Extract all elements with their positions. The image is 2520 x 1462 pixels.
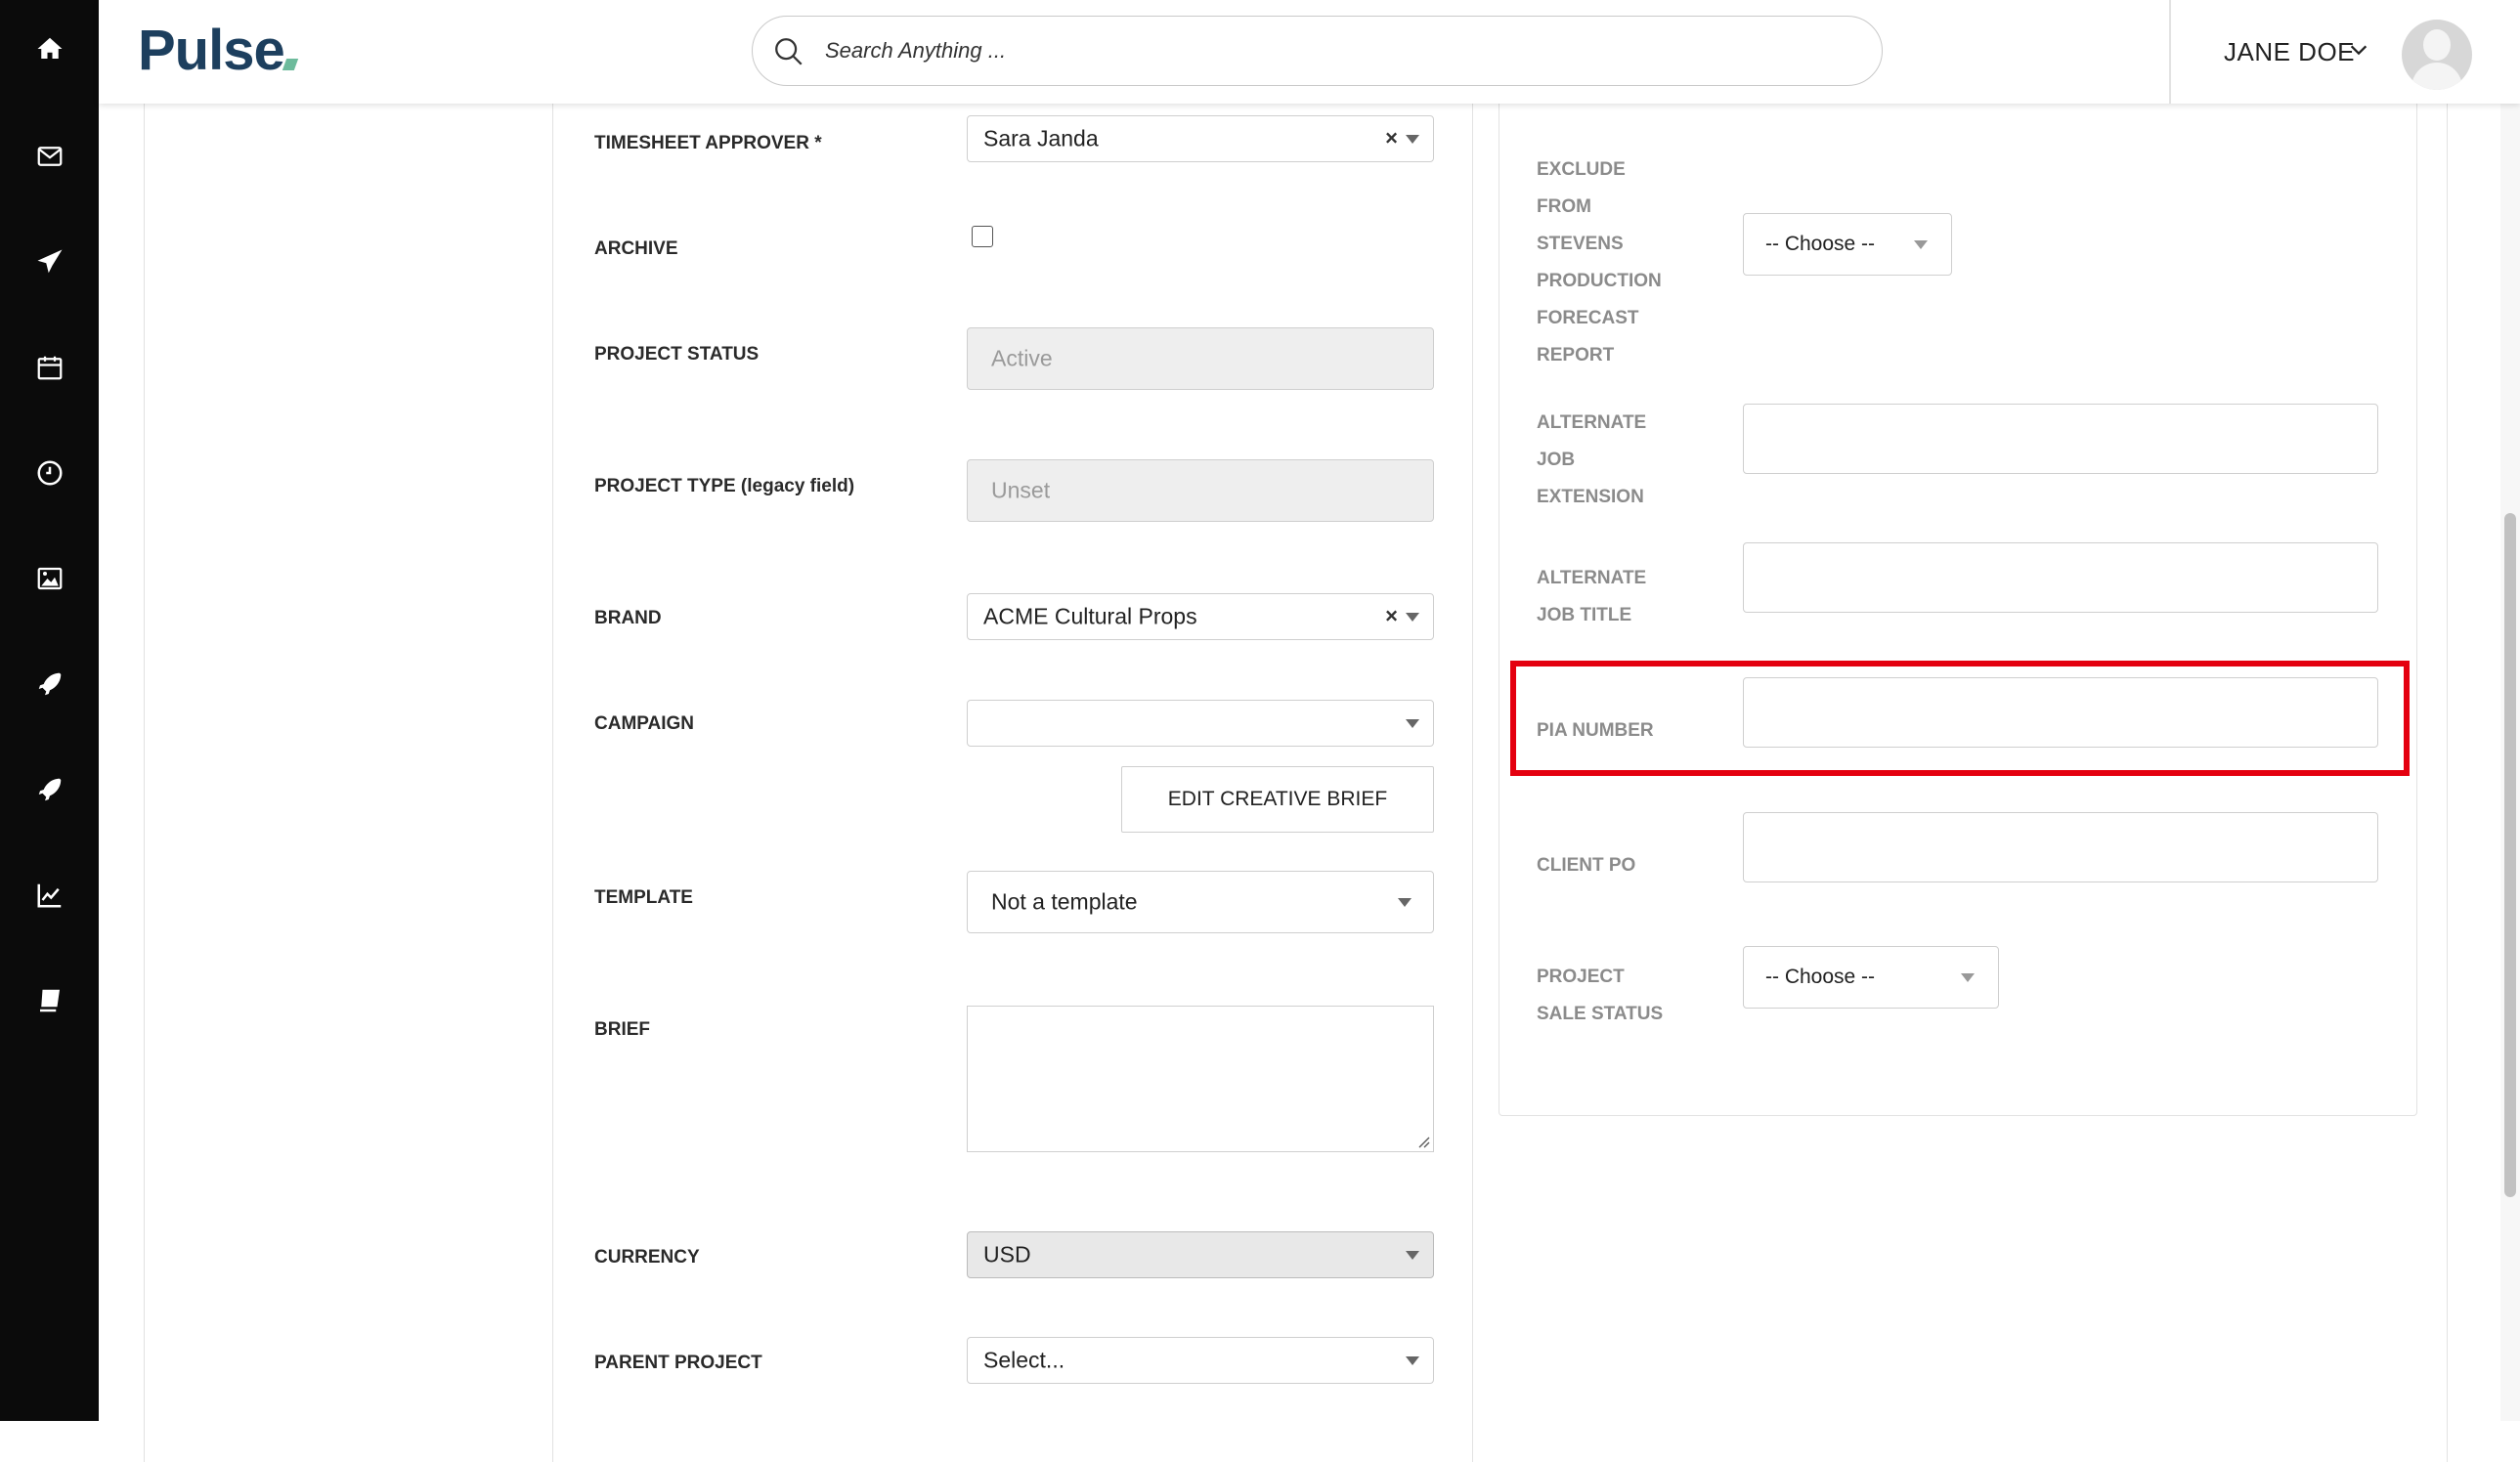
campaign-select[interactable] (967, 700, 1434, 747)
project-status-field: Active (967, 327, 1434, 390)
pulse-logo[interactable]: Pulse (138, 18, 285, 83)
calendar-icon[interactable] (0, 338, 99, 397)
dropdown-caret-icon (1961, 973, 1975, 982)
book-icon[interactable] (0, 971, 99, 1030)
template-select[interactable]: Not a template (967, 871, 1434, 933)
label-line: ALTERNATE (1537, 412, 1647, 433)
timesheet-approver-label: TIMESHEET APPROVER * (594, 133, 822, 153)
label-line: JOB (1537, 450, 1576, 470)
dropdown-caret-icon (1406, 613, 1419, 622)
clear-icon[interactable]: × (1385, 125, 1398, 150)
pia-number-label: PIA NUMBER (1537, 720, 1654, 741)
exclude-report-label: EXCLUDE FROM STEVENS PRODUCTION FORECAST… (1537, 151, 1703, 374)
timesheet-approver-value: Sara Janda (983, 125, 1099, 151)
search-input[interactable] (823, 28, 1853, 73)
brand-value: ACME Cultural Props (983, 603, 1197, 629)
label-line: FROM (1537, 196, 1591, 217)
chevron-down-icon[interactable] (2348, 39, 2369, 61)
project-type-value: Unset (991, 477, 1051, 503)
project-status-label: PROJECT STATUS (594, 344, 760, 365)
home-icon[interactable] (0, 20, 99, 78)
main-content: TIMESHEET APPROVER * Sara Janda × ARCHIV… (99, 94, 2520, 1462)
currency-value: USD (983, 1241, 1031, 1268)
alternate-job-extension-input[interactable] (1743, 404, 2378, 474)
currency-select[interactable]: USD (967, 1231, 1434, 1278)
scrollbar-thumb[interactable] (2504, 513, 2516, 1197)
label-line: EXTENSION (1537, 487, 1644, 507)
brand-select[interactable]: ACME Cultural Props × (967, 593, 1434, 640)
client-po-label: CLIENT PO (1537, 855, 1636, 876)
paper-plane-icon[interactable] (0, 233, 99, 291)
search-icon (775, 38, 803, 65)
brief-label: BRIEF (594, 1019, 650, 1040)
alternate-job-title-input[interactable] (1743, 542, 2378, 613)
label-line: STEVENS (1537, 234, 1624, 254)
search-bar[interactable] (752, 16, 1883, 86)
project-sale-status-select[interactable]: -- Choose -- (1743, 946, 1999, 1009)
label-line: PRODUCTION (1537, 271, 1662, 291)
campaign-label: CAMPAIGN (594, 713, 695, 734)
label-line: REPORT (1537, 345, 1615, 366)
clear-icon[interactable]: × (1385, 603, 1398, 628)
mail-icon[interactable] (0, 127, 99, 186)
exclude-report-value: -- Choose -- (1765, 233, 1876, 255)
parent-project-label: PARENT PROJECT (594, 1353, 762, 1373)
top-header: Pulse JANE DOE (99, 0, 2520, 104)
rocket-icon-2[interactable] (0, 760, 99, 819)
logo-accent (282, 59, 299, 70)
image-icon[interactable] (0, 549, 99, 608)
dropdown-caret-icon (1406, 1251, 1419, 1260)
archive-label: ARCHIVE (594, 238, 678, 259)
dropdown-caret-icon (1406, 135, 1419, 144)
archive-checkbox[interactable] (972, 226, 993, 247)
edit-creative-brief-button[interactable]: EDIT CREATIVE BRIEF (1121, 766, 1434, 833)
alternate-job-extension-label: ALTERNATE JOB EXTENSION (1537, 405, 1703, 516)
header-divider (2169, 0, 2171, 104)
user-menu-name[interactable]: JANE DOE (2224, 37, 2355, 67)
avatar[interactable] (2402, 20, 2472, 90)
parent-project-value: Select... (983, 1347, 1065, 1373)
dropdown-caret-icon (1406, 719, 1419, 728)
project-type-field: Unset (967, 459, 1434, 522)
dropdown-caret-icon (1914, 240, 1928, 249)
parent-project-select[interactable]: Select... (967, 1337, 1434, 1384)
client-po-input[interactable] (1743, 812, 2378, 882)
label-line: EXCLUDE (1537, 159, 1626, 180)
project-sale-status-label: PROJECT SALE STATUS (1537, 959, 1703, 1033)
template-label: TEMPLATE (594, 887, 693, 908)
timesheet-approver-select[interactable]: Sara Janda × (967, 115, 1434, 162)
label-line: SALE STATUS (1537, 1004, 1664, 1024)
label-line: JOB TITLE (1537, 605, 1632, 625)
pia-number-input[interactable] (1743, 677, 2378, 748)
brief-textarea[interactable] (967, 1006, 1434, 1152)
label-line: ALTERNATE (1537, 568, 1647, 588)
project-status-value: Active (991, 345, 1053, 371)
chart-icon[interactable] (0, 866, 99, 924)
alternate-job-title-label: ALTERNATE JOB TITLE (1537, 560, 1703, 634)
left-sidebar (0, 0, 99, 1421)
label-line: FORECAST (1537, 308, 1639, 328)
brand-label: BRAND (594, 608, 662, 628)
clock-icon[interactable] (0, 444, 99, 502)
rocket-icon[interactable] (0, 655, 99, 713)
project-sale-status-value: -- Choose -- (1765, 966, 1876, 988)
project-type-label-text: PROJECT TYPE (legacy field) (594, 476, 855, 496)
dropdown-caret-icon (1406, 1356, 1419, 1365)
label-line: PROJECT (1537, 967, 1625, 987)
exclude-report-select[interactable]: -- Choose -- (1743, 213, 1952, 276)
currency-label: CURRENCY (594, 1247, 700, 1268)
template-value: Not a template (991, 888, 1138, 915)
dropdown-caret-icon (1398, 898, 1412, 907)
project-type-label: PROJECT TYPE (legacy field) (594, 476, 854, 497)
resize-handle-icon[interactable] (1416, 1135, 1430, 1148)
